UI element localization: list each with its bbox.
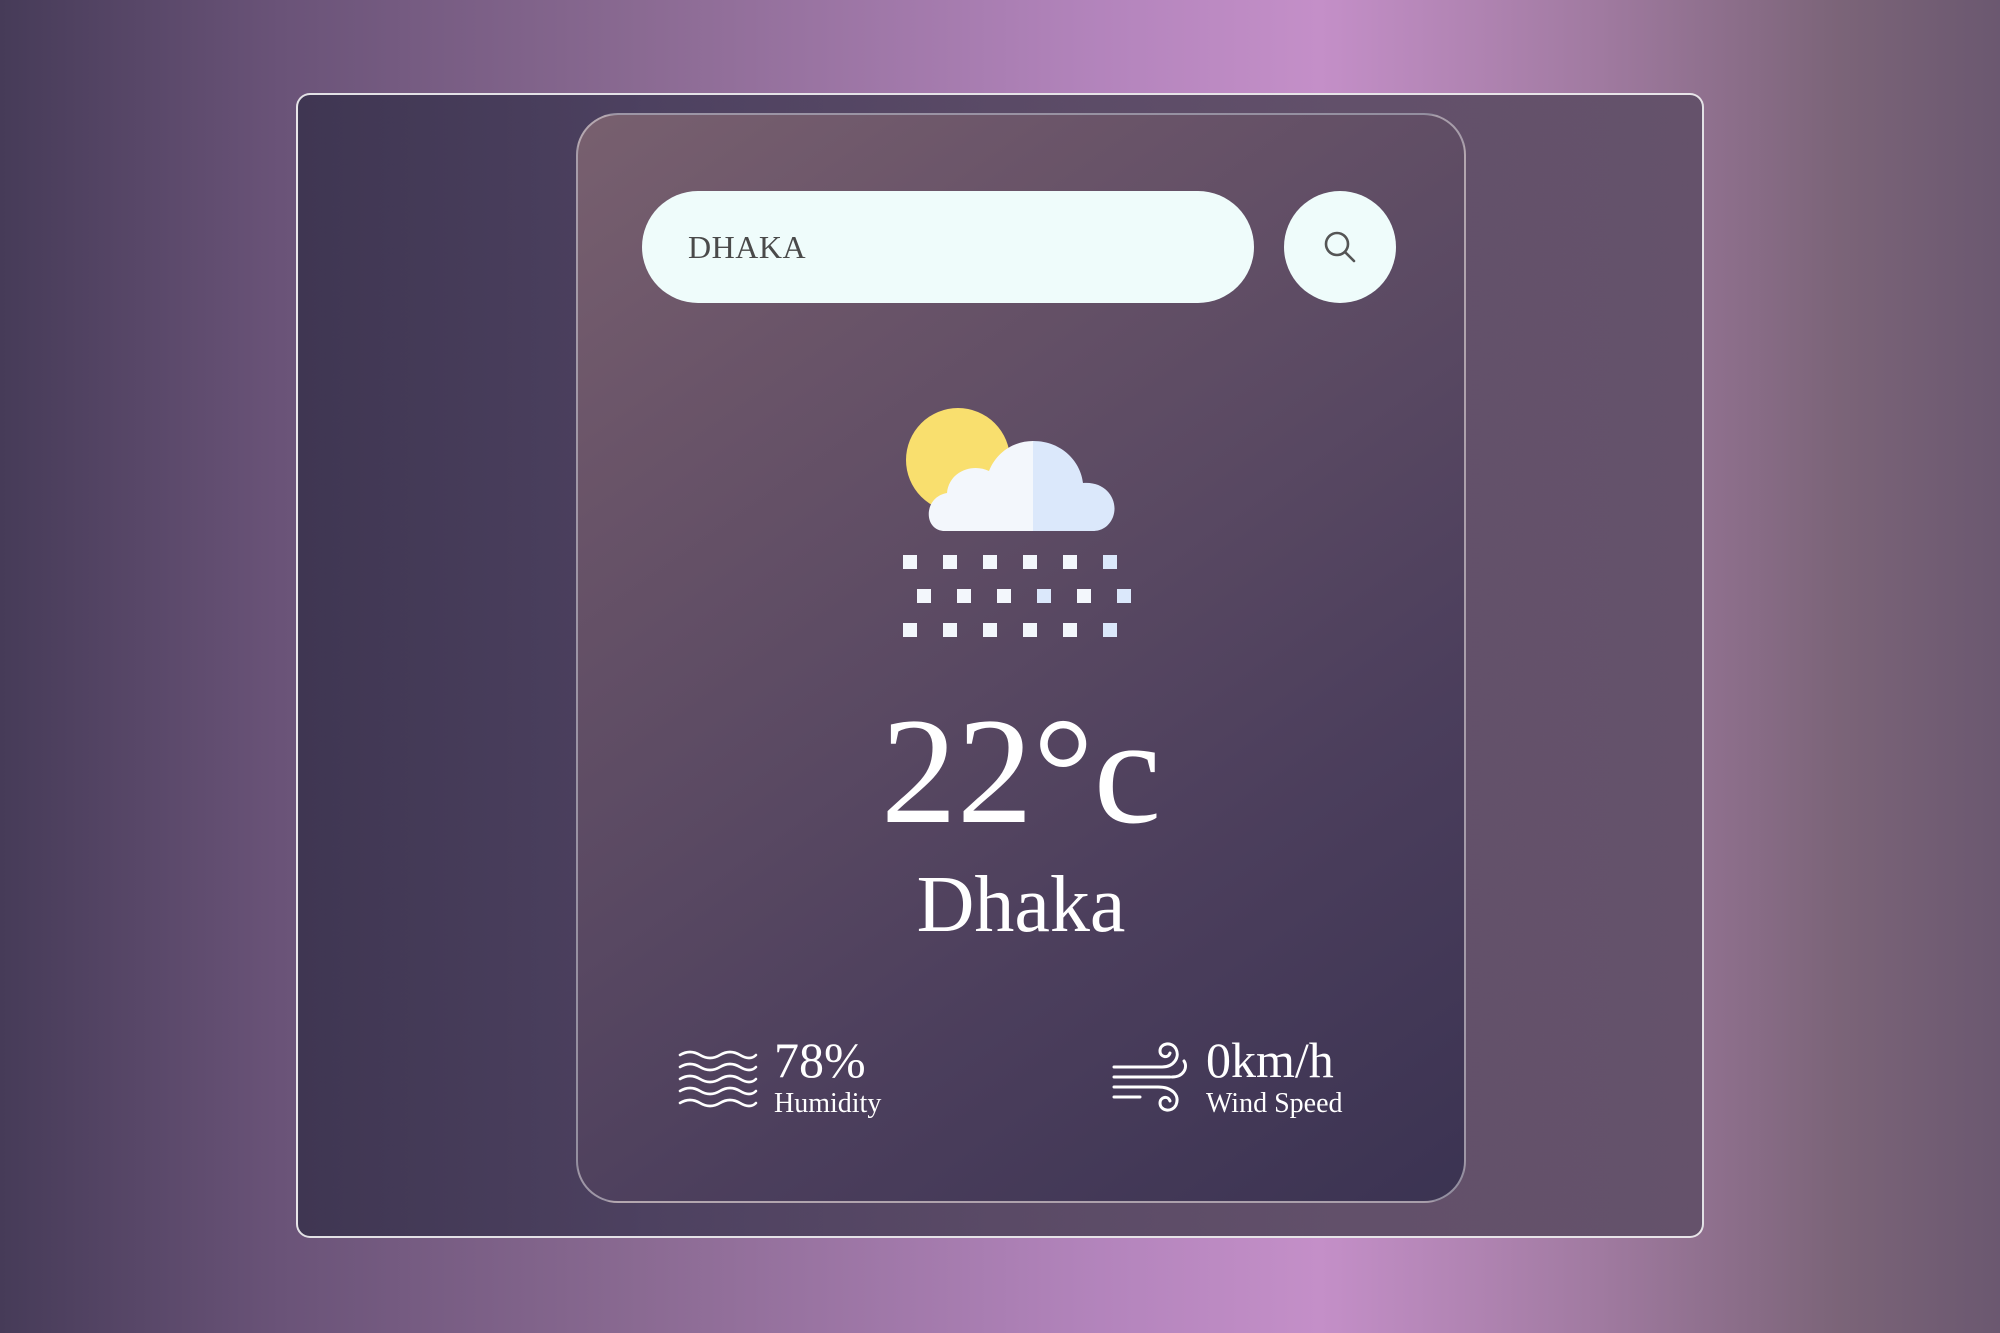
humidity-waves-icon xyxy=(678,1037,774,1117)
city-search-input[interactable] xyxy=(642,191,1254,303)
wind-speed-label: Wind Speed xyxy=(1206,1088,1343,1119)
humidity-detail: 78% Humidity xyxy=(678,1033,881,1121)
wind-speed-value: 0km/h xyxy=(1206,1032,1334,1088)
app-frame: 22°c Dhaka 78% xyxy=(296,93,1704,1238)
sun-cloud-snow-icon xyxy=(903,405,1143,655)
humidity-label: Humidity xyxy=(774,1088,882,1119)
wind-icon xyxy=(1110,1037,1206,1117)
search-button[interactable] xyxy=(1284,191,1396,303)
wind-detail: 0km/h Wind Speed xyxy=(1110,1033,1343,1121)
temperature-value: 22°c xyxy=(880,687,1162,855)
city-name: Dhaka xyxy=(916,861,1126,949)
weather-details: 78% Humidity 0km/h Wind Speed xyxy=(578,1033,1464,1143)
humidity-value: 78% xyxy=(774,1032,866,1088)
weather-card: 22°c Dhaka 78% xyxy=(576,113,1466,1203)
search-icon xyxy=(1323,230,1357,264)
